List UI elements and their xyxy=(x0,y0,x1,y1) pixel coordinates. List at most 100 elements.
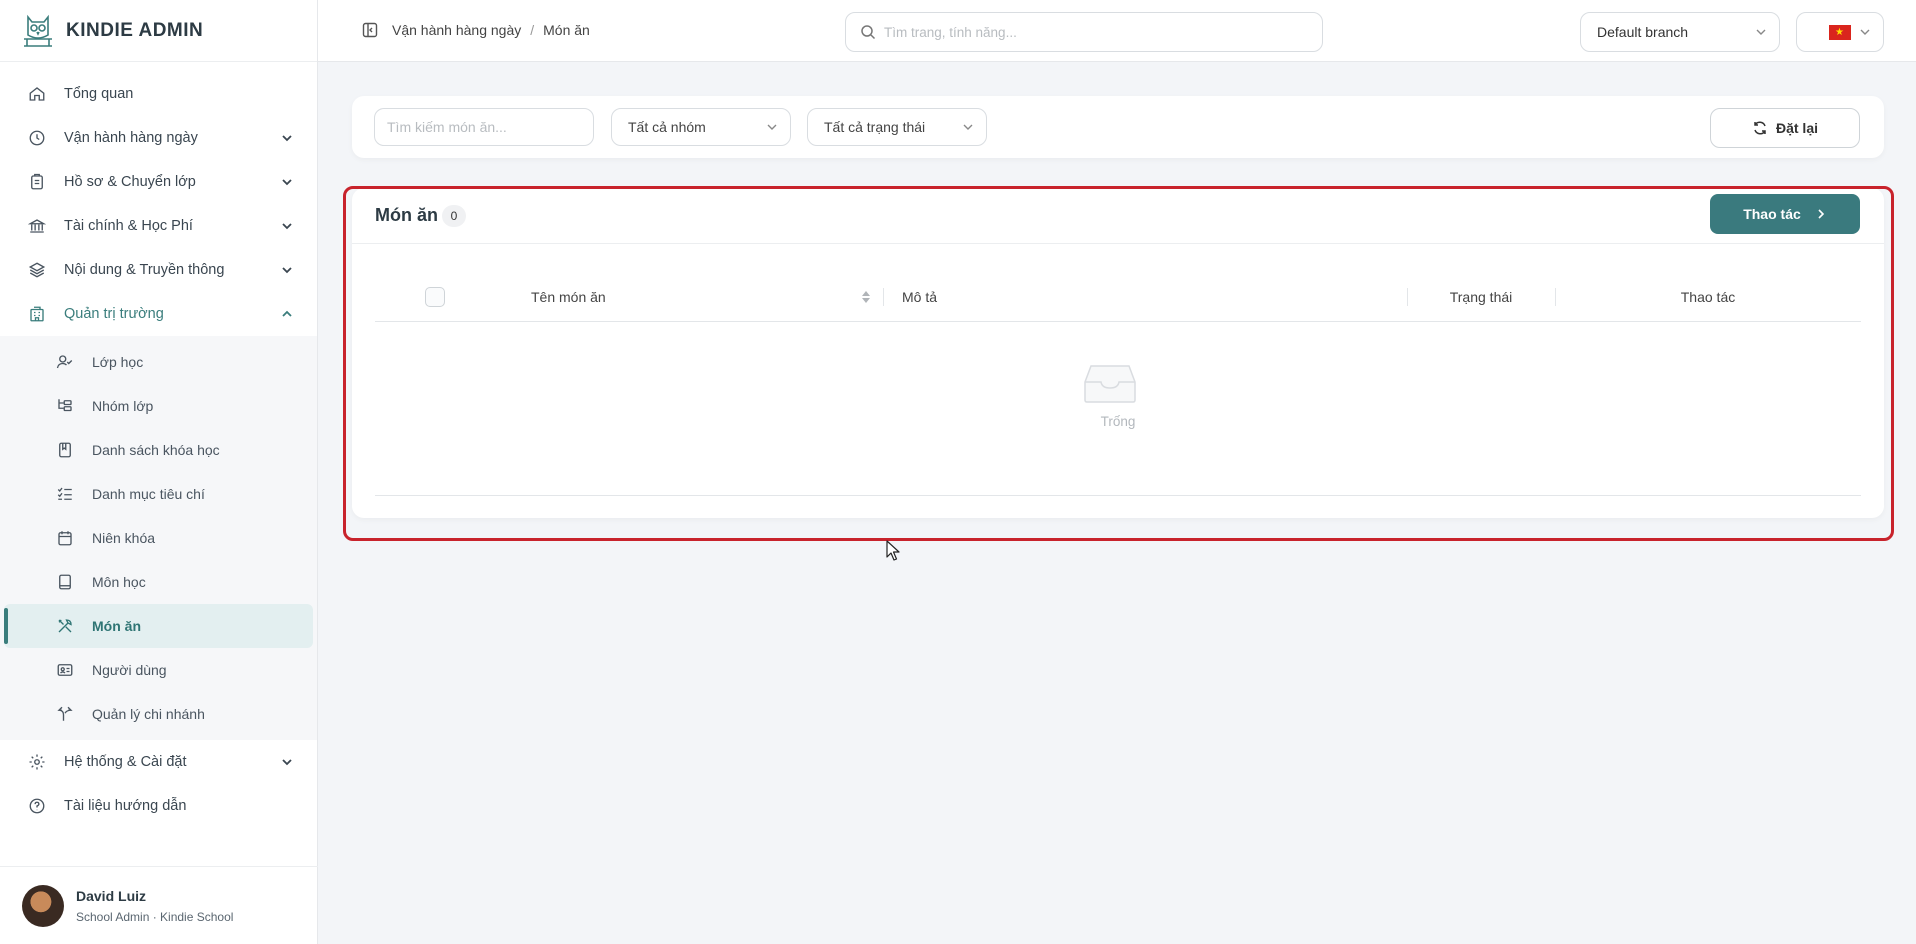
user-name: David Luiz xyxy=(76,887,147,904)
nav-label: Quản trị trường xyxy=(64,306,164,322)
nav-label: Hệ thống & Cài đặt xyxy=(64,754,187,770)
select-all-checkbox[interactable] xyxy=(425,287,445,307)
nav-label: Tổng quan xyxy=(64,86,134,102)
school-icon xyxy=(30,306,44,322)
nav-item-docs[interactable]: Tài liệu hướng dẫn xyxy=(0,784,317,828)
nav-label: Tài liệu hướng dẫn xyxy=(64,798,187,814)
sub-label: Danh mục tiêu chí xyxy=(92,486,205,502)
chevron-right-icon xyxy=(1818,209,1824,219)
user-role: School Admin · Kindie School xyxy=(76,909,234,924)
chevron-down-icon xyxy=(282,135,292,142)
utensils-icon xyxy=(58,619,72,633)
reset-button[interactable]: Đặt lại xyxy=(1710,108,1860,148)
nav-item-settings[interactable]: Hệ thống & Cài đặt xyxy=(0,740,317,784)
home-icon xyxy=(29,87,45,101)
user-profile[interactable]: David Luiz School Admin · Kindie School xyxy=(0,866,318,944)
chevron-down-icon xyxy=(963,124,973,130)
filter-bar: Tất cả nhóm Tất cả trạng thái Đặt lại xyxy=(352,96,1884,158)
school-admin-subnav: Lớp học Nhóm lớp Danh sách khóa học Danh… xyxy=(0,336,317,740)
clock-icon xyxy=(29,130,45,146)
nav-label: Hồ sơ & Chuyển lớp xyxy=(64,174,196,190)
dish-search-input[interactable] xyxy=(374,108,594,146)
card-header: Món ăn 0 Thao tác xyxy=(352,188,1884,244)
sub-item-class-groups[interactable]: Nhóm lớp xyxy=(4,384,313,428)
nav-item-daily-operations[interactable]: Vận hành hàng ngày xyxy=(0,116,317,160)
nav-item-content[interactable]: Nội dung & Truyền thông xyxy=(0,248,317,292)
notebook-icon xyxy=(59,574,71,590)
group-select[interactable]: Tất cả nhóm xyxy=(611,108,791,146)
brand-name: KINDIE ADMIN xyxy=(66,19,204,41)
sub-item-subjects[interactable]: Môn học xyxy=(4,560,313,604)
nav-item-overview[interactable]: Tổng quan xyxy=(0,72,317,116)
global-search[interactable] xyxy=(845,12,1323,52)
breadcrumb-item[interactable]: Vận hành hàng ngày xyxy=(392,22,521,38)
status-select[interactable]: Tất cả trạng thái xyxy=(807,108,987,146)
global-search-input[interactable] xyxy=(884,24,1304,40)
sub-label: Người dùng xyxy=(92,662,167,678)
column-divider xyxy=(883,288,884,306)
avatar xyxy=(22,884,64,927)
group-select-value: Tất cả nhóm xyxy=(628,119,706,135)
table-header: Tên món ăn Mô tả Trạng thái Thao tác xyxy=(375,272,1861,322)
empty-inbox-icon xyxy=(1084,365,1136,403)
sub-label: Danh sách khóa học xyxy=(92,442,220,458)
reset-label: Đặt lại xyxy=(1775,120,1818,136)
column-label: Trạng thái xyxy=(1449,289,1513,305)
empty-text: Trống xyxy=(1100,414,1136,429)
breadcrumb-separator: / xyxy=(530,22,535,38)
sub-label: Nhóm lớp xyxy=(92,398,154,414)
vietnam-flag-icon: ★ xyxy=(1829,24,1851,40)
sub-item-classes[interactable]: Lớp học xyxy=(4,340,313,384)
column-label: Tên món ăn xyxy=(531,289,606,305)
nav-item-finance[interactable]: Tài chính & Học Phí xyxy=(0,204,317,248)
nav-label: Nội dung & Truyền thông xyxy=(64,262,225,278)
branch-select[interactable]: Default branch xyxy=(1580,12,1780,52)
user-check-icon xyxy=(56,355,73,369)
sub-label: Niên khóa xyxy=(92,530,156,546)
mouse-cursor-icon xyxy=(886,540,900,561)
sub-item-users[interactable]: Người dùng xyxy=(4,648,313,692)
sidebar-toggle-icon[interactable] xyxy=(362,22,378,38)
gear-icon xyxy=(29,754,45,770)
branch-value: Default branch xyxy=(1597,24,1689,40)
main-nav: Tổng quan Vận hành hàng ngày Hồ sơ & Chu… xyxy=(0,62,317,828)
sub-item-dishes[interactable]: Món ăn xyxy=(4,604,313,648)
count-badge: 0 xyxy=(442,205,466,227)
nav-label: Vận hành hàng ngày xyxy=(64,130,198,146)
sort-icon[interactable] xyxy=(861,289,871,305)
nav-item-records[interactable]: Hồ sơ & Chuyển lớp xyxy=(0,160,317,204)
sub-item-school-year[interactable]: Niên khóa xyxy=(4,516,313,560)
sub-item-branches[interactable]: Quản lý chi nhánh xyxy=(4,692,313,736)
column-label: Mô tả xyxy=(902,289,938,305)
chevron-down-icon xyxy=(1860,29,1870,35)
column-header-status: Trạng thái xyxy=(1407,272,1555,322)
column-header-actions: Thao tác xyxy=(1555,272,1861,322)
chevron-down-icon xyxy=(282,267,292,274)
help-icon xyxy=(29,798,45,814)
topbar: Vận hành hàng ngày / Món ăn Default bran… xyxy=(318,0,1916,62)
language-select[interactable]: ★ xyxy=(1796,12,1884,52)
chevron-up-icon xyxy=(282,310,292,317)
chevron-down-icon xyxy=(767,124,777,130)
sidebar: KINDIE ADMIN Tổng quan Vận hành hàng ngà… xyxy=(0,0,318,944)
logo[interactable]: KINDIE ADMIN xyxy=(0,0,317,62)
select-all-cell xyxy=(425,272,445,322)
sub-item-course-list[interactable]: Danh sách khóa học xyxy=(4,428,313,472)
nav-item-school-admin[interactable]: Quản trị trường xyxy=(0,292,317,336)
nav-label: Tài chính & Học Phí xyxy=(64,218,193,234)
calendar-icon xyxy=(58,531,72,546)
column-header-name[interactable]: Tên món ăn xyxy=(531,272,871,322)
sub-label: Môn học xyxy=(92,574,146,590)
sub-item-criteria[interactable]: Danh mục tiêu chí xyxy=(4,472,313,516)
column-header-description: Mô tả xyxy=(902,272,937,322)
card-title: Món ăn xyxy=(375,205,438,225)
sub-label: Lớp học xyxy=(92,354,144,370)
chevron-down-icon xyxy=(1756,29,1766,35)
chevron-down-icon xyxy=(282,223,292,230)
branch-icon xyxy=(57,706,73,721)
actions-button[interactable]: Thao tác xyxy=(1710,194,1860,234)
sub-label: Quản lý chi nhánh xyxy=(92,706,205,722)
refresh-icon xyxy=(1754,121,1766,135)
tree-icon xyxy=(58,399,72,412)
status-select-value: Tất cả trạng thái xyxy=(824,119,926,135)
